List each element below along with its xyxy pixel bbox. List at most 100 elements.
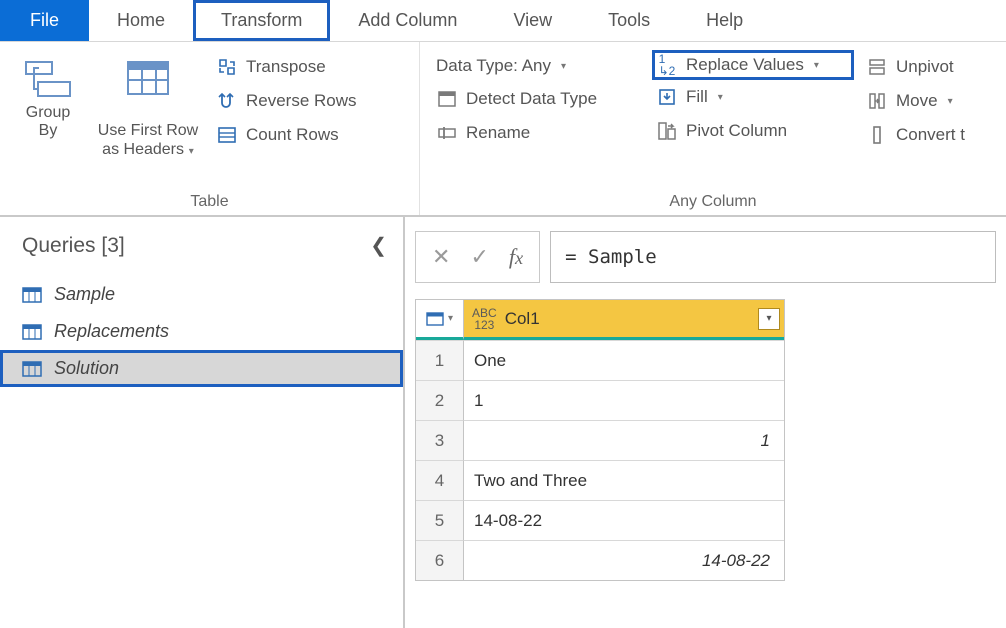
move-label: Move [896,91,938,111]
reverse-rows-button[interactable]: Reverse Rows [212,84,361,118]
ribbon: Group By Use First Row as Headers ▾ [0,42,1006,217]
column-filter-button[interactable]: ▾ [758,308,780,330]
ribbon-group-table: Group By Use First Row as Headers ▾ [0,42,420,215]
column-header-col1[interactable]: ABC123 Col1 ▾ [464,300,784,340]
query-label: Solution [54,358,119,379]
table-icon [22,361,42,377]
tab-add-column[interactable]: Add Column [330,0,485,41]
column-header-label: Col1 [505,309,540,329]
formula-input[interactable]: = Sample [550,231,996,283]
unpivot-icon [866,56,888,78]
fill-icon [656,86,678,108]
convert-button[interactable]: Convert t [862,118,984,152]
row-number: 6 [416,540,464,580]
group-by-label: Group By [26,104,70,141]
move-icon [866,90,888,112]
pivot-label: Pivot Column [686,121,787,141]
grid-corner-menu[interactable]: ▾ [416,300,464,340]
table-row[interactable]: 2 1 [416,380,784,420]
replace-values-icon: 1↳2 [656,54,678,76]
tab-transform[interactable]: Transform [193,0,330,41]
tab-home[interactable]: Home [89,0,193,41]
count-rows-label: Count Rows [246,125,339,145]
group-by-button[interactable]: Group By [8,48,88,145]
pivot-icon [656,120,678,142]
use-first-row-as-headers-button[interactable]: Use First Row as Headers ▾ [88,48,208,163]
row-number: 1 [416,340,464,380]
pivot-column-button[interactable]: Pivot Column [652,114,854,148]
tab-view[interactable]: View [485,0,580,41]
tab-tools[interactable]: Tools [580,0,678,41]
cell[interactable]: 14-08-22 [464,540,784,580]
table-row[interactable]: 5 14-08-22 [416,500,784,540]
data-preview-grid: ▾ ABC123 Col1 ▾ 1 One 2 1 3 1 [415,299,785,581]
tab-file[interactable]: File [0,0,89,41]
transpose-label: Transpose [246,57,326,77]
detect-data-type-button[interactable]: Detect Data Type [432,82,644,116]
convert-icon [866,124,888,146]
chevron-down-icon: ▾ [814,60,819,71]
data-type-dropdown[interactable]: Data Type: Any ▾ [432,50,644,82]
row-number: 3 [416,420,464,460]
transpose-icon [216,56,238,78]
table-row[interactable]: 6 14-08-22 [416,540,784,580]
row-number: 2 [416,380,464,420]
table-icon [22,324,42,340]
count-rows-button[interactable]: Count Rows [212,118,361,152]
fill-label: Fill [686,87,708,107]
replace-values-button[interactable]: 1↳2 Replace Values ▾ [652,50,854,80]
cell[interactable]: One [464,340,784,380]
unpivot-columns-button[interactable]: Unpivot [862,50,984,84]
chevron-down-icon: ▾ [561,61,566,72]
move-button[interactable]: Move ▾ [862,84,984,118]
cell[interactable]: 1 [464,380,784,420]
collapse-queries-button[interactable]: ❮ [370,233,387,258]
unpivot-label: Unpivot [896,57,954,77]
row-number: 4 [416,460,464,500]
data-type-label: Data Type: Any [436,56,551,76]
any-type-icon: ABC123 [472,307,497,331]
rename-icon [436,122,458,144]
table-icon [426,312,444,326]
accept-formula-button[interactable]: ✓ [470,244,488,270]
table-row[interactable]: 1 One [416,340,784,380]
formula-bar-row: ✕ ✓ fx = Sample [415,231,996,283]
reverse-rows-icon [216,90,238,112]
convert-label: Convert t [896,125,965,145]
rename-label: Rename [466,123,530,143]
use-first-row-label: Use First Row as Headers ▾ [98,104,198,159]
cancel-formula-button[interactable]: ✕ [432,244,450,270]
chevron-down-icon: ▾ [948,96,953,107]
ribbon-group-anycol-label: Any Column [428,191,998,211]
query-label: Replacements [54,321,169,342]
chevron-down-icon: ▾ [718,92,723,103]
reverse-rows-label: Reverse Rows [246,91,357,111]
cell[interactable]: 1 [464,420,784,460]
formula-actions: ✕ ✓ fx [415,231,540,283]
cell[interactable]: 14-08-22 [464,500,784,540]
tab-help[interactable]: Help [678,0,771,41]
queries-pane: Queries [3] ❮ Sample Replacements Soluti… [0,217,405,628]
cell[interactable]: Two and Three [464,460,784,500]
fill-button[interactable]: Fill ▾ [652,80,854,114]
count-rows-icon [216,124,238,146]
content-pane: ✕ ✓ fx = Sample ▾ ABC123 Col1 ▾ 1 O [405,217,1006,628]
row-number: 5 [416,500,464,540]
group-by-icon [24,52,72,104]
query-item-sample[interactable]: Sample [0,276,403,313]
queries-title: Queries [3] [22,234,125,258]
queries-header: Queries [3] ❮ [0,227,403,276]
transpose-button[interactable]: Transpose [212,50,361,84]
chevron-down-icon: ▾ [448,313,453,324]
table-row[interactable]: 3 1 [416,420,784,460]
query-label: Sample [54,284,115,305]
ribbon-group-any-column: Data Type: Any ▾ Detect Data Type Rename [420,42,1006,215]
replace-values-label: Replace Values [686,55,804,75]
ribbon-group-table-label: Table [8,191,411,211]
table-row[interactable]: 4 Two and Three [416,460,784,500]
query-item-solution[interactable]: Solution [0,350,403,387]
table-headers-icon [126,52,170,104]
rename-button[interactable]: Rename [432,116,644,150]
chevron-down-icon: ▾ [186,146,194,157]
query-item-replacements[interactable]: Replacements [0,313,403,350]
